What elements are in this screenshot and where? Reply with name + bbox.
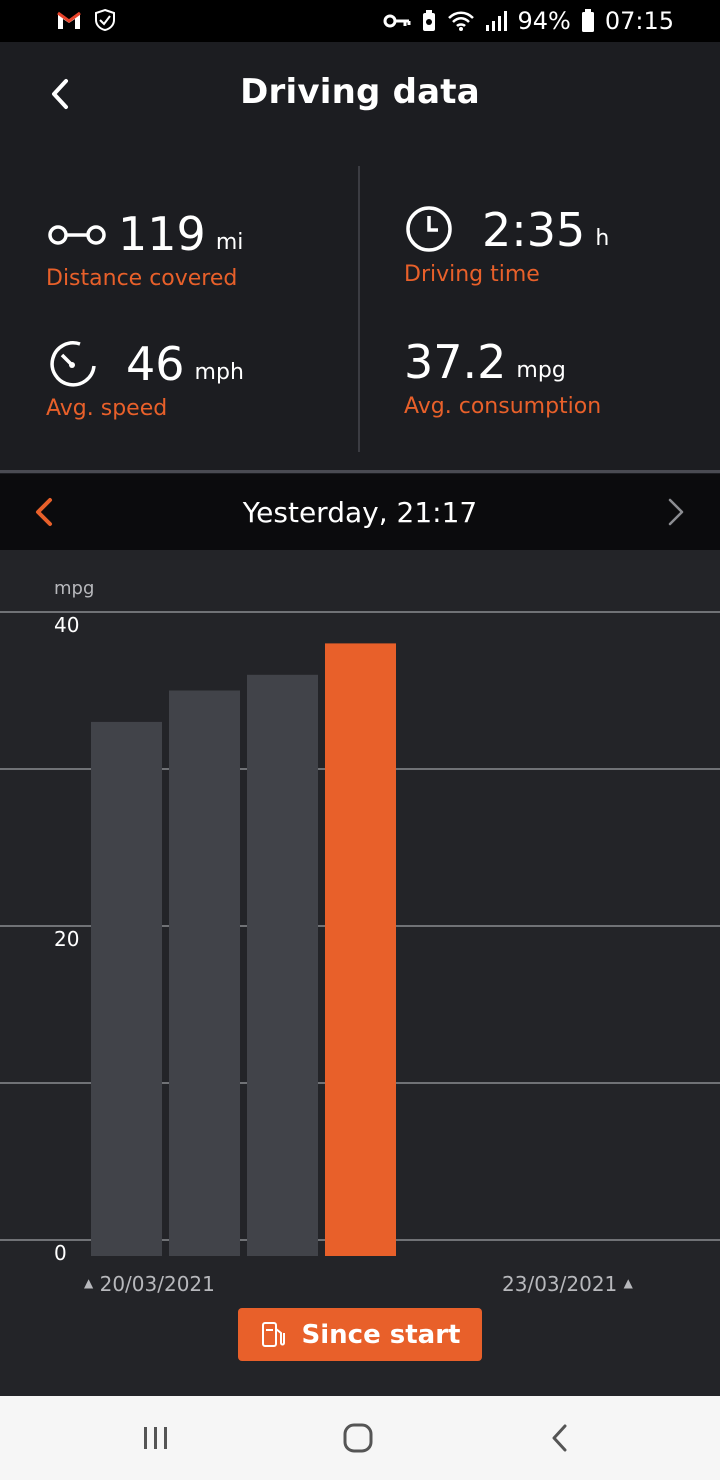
avg-consumption-unit: mpg xyxy=(516,358,566,383)
x-start-date-text: 20/03/2021 xyxy=(99,1272,215,1296)
y-tick-label: 20 xyxy=(54,927,79,951)
battery-icon xyxy=(581,9,594,32)
app-header: Driving data xyxy=(0,42,720,146)
chart-bar[interactable] xyxy=(247,674,318,1256)
distance-value: 119 xyxy=(118,207,206,261)
up-triangle-icon: ▲ xyxy=(623,1276,633,1290)
y-axis-label: mpg xyxy=(54,578,94,599)
clock-icon xyxy=(406,206,452,252)
status-bar-left xyxy=(56,8,116,32)
avg-speed-unit: mph xyxy=(194,360,244,385)
stat-avg-consumption: 37.2 mpg Avg. consumption xyxy=(404,338,601,419)
distance-unit: mi xyxy=(215,230,244,255)
fuel-pump-icon xyxy=(261,1321,285,1347)
avg-speed-label: Avg. speed xyxy=(46,396,168,421)
trip-date-label: Yesterday, 21:17 xyxy=(242,496,478,529)
chart-bar[interactable] xyxy=(169,690,240,1257)
system-back-button[interactable] xyxy=(540,1420,580,1456)
stat-driving-time: 2:35 h Driving time xyxy=(404,204,609,287)
avg-consumption-value: 37.2 xyxy=(404,335,507,389)
up-triangle-icon: ▲ xyxy=(84,1276,94,1290)
key-icon xyxy=(383,14,411,28)
home-icon xyxy=(343,1423,373,1453)
page-title: Driving data xyxy=(240,72,480,112)
distance-icon xyxy=(48,225,106,245)
consumption-bar-chart: mpg 40 20 0 xyxy=(0,578,720,1265)
signal-icon xyxy=(486,11,508,31)
stat-avg-speed: 46 mph Avg. speed xyxy=(46,338,244,421)
chevron-right-icon xyxy=(668,498,684,526)
driving-time-value: 2:35 xyxy=(482,203,586,257)
since-start-label: Since start xyxy=(301,1319,461,1350)
y-tick-label: 0 xyxy=(54,1241,67,1265)
driving-time-label: Driving time xyxy=(404,262,540,287)
wifi-icon xyxy=(448,11,475,31)
recent-apps-button[interactable] xyxy=(136,1420,176,1456)
shield-icon xyxy=(95,8,115,32)
battery-percent: 94% xyxy=(517,7,571,35)
speedometer-icon xyxy=(50,341,96,387)
driving-stats: 119 mi Distance covered 2:35 h Driving t… xyxy=(0,146,720,470)
selected-bar[interactable] xyxy=(325,643,396,1256)
stat-distance: 119 mi Distance covered xyxy=(46,210,243,291)
avg-speed-value: 46 xyxy=(126,337,185,391)
x-end-date: 23/03/2021 ▲ xyxy=(502,1272,633,1296)
status-bar: 94% 07:15 xyxy=(0,0,720,42)
driving-time-unit: h xyxy=(595,226,610,251)
avg-consumption-label: Avg. consumption xyxy=(404,394,602,419)
since-start-button[interactable]: Since start xyxy=(238,1308,482,1361)
distance-label: Distance covered xyxy=(46,266,238,291)
y-tick-label: 40 xyxy=(54,613,79,637)
status-time: 07:15 xyxy=(604,7,674,35)
chevron-left-icon xyxy=(552,1424,567,1452)
section-divider xyxy=(0,470,720,473)
next-trip-button[interactable] xyxy=(656,490,696,534)
gmail-icon xyxy=(57,11,81,29)
date-navigator: Yesterday, 21:17 xyxy=(0,474,720,550)
system-nav-bar xyxy=(0,1396,720,1480)
status-bar-right: 94% 07:15 xyxy=(383,6,674,36)
x-end-date-text: 23/03/2021 xyxy=(502,1272,618,1296)
x-start-date: ▲ 20/03/2021 xyxy=(84,1272,215,1296)
chart-bar[interactable] xyxy=(91,721,162,1256)
consumption-chart: mpg 40 20 0 xyxy=(0,550,720,1396)
battery-saver-icon xyxy=(423,10,436,31)
stats-divider xyxy=(358,166,360,452)
home-button[interactable] xyxy=(338,1420,378,1456)
recent-apps-icon xyxy=(144,1427,167,1449)
